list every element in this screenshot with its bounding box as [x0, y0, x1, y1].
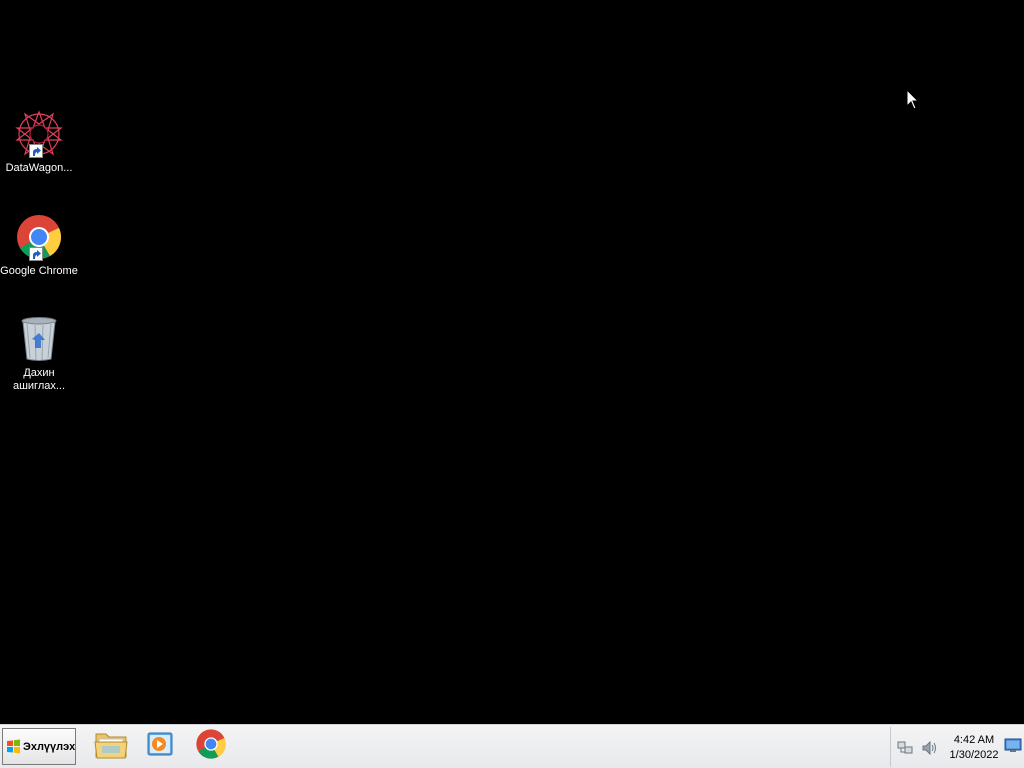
taskbar-google-chrome[interactable] [190, 728, 232, 765]
taskbar-windows-explorer[interactable] [90, 728, 132, 765]
desktop-icon-label: DataWagon... [5, 162, 73, 174]
chrome-icon [195, 728, 227, 765]
shortcut-arrow-icon [29, 247, 43, 261]
volume-icon[interactable] [921, 739, 939, 757]
clock-date: 1/30/2022 [949, 749, 999, 761]
recycle-bin-icon [15, 315, 63, 363]
mouse-cursor-icon [906, 88, 920, 111]
desktop-icon-recycle-bin[interactable]: Дахин ашиглах... [0, 315, 78, 393]
start-button[interactable]: Эхлүүлэх [2, 728, 76, 765]
clock-time: 4:42 AM [953, 734, 995, 746]
media-player-icon [145, 729, 175, 764]
clock[interactable]: 4:42 AM 1/30/2022 [943, 733, 1005, 763]
windows-logo-icon [6, 739, 21, 754]
desktop-icon-datawagon[interactable]: DataWagon... [0, 110, 78, 175]
desktop-icon-google-chrome[interactable]: Google Chrome [0, 213, 78, 278]
system-tray: 4:42 AM 1/30/2022 [890, 727, 1024, 767]
show-desktop-icon[interactable] [1004, 737, 1022, 755]
taskbar: Эхлүүлэх 4:42 AM 1/30/2022 [0, 724, 1024, 768]
taskbar-media-player[interactable] [139, 728, 181, 765]
start-label: Эхлүүлэх [23, 740, 76, 753]
folder-icon [94, 729, 128, 764]
desktop-icon-label: Дахин ашиглах... [12, 367, 66, 392]
datawagon-icon [15, 110, 63, 158]
network-icon[interactable] [897, 739, 915, 757]
desktop: DataWagon... Google Chrome Дахин ашиглах… [0, 0, 1024, 724]
desktop-icon-label: Google Chrome [0, 265, 78, 277]
shortcut-arrow-icon [29, 144, 43, 158]
chrome-icon [15, 213, 63, 261]
